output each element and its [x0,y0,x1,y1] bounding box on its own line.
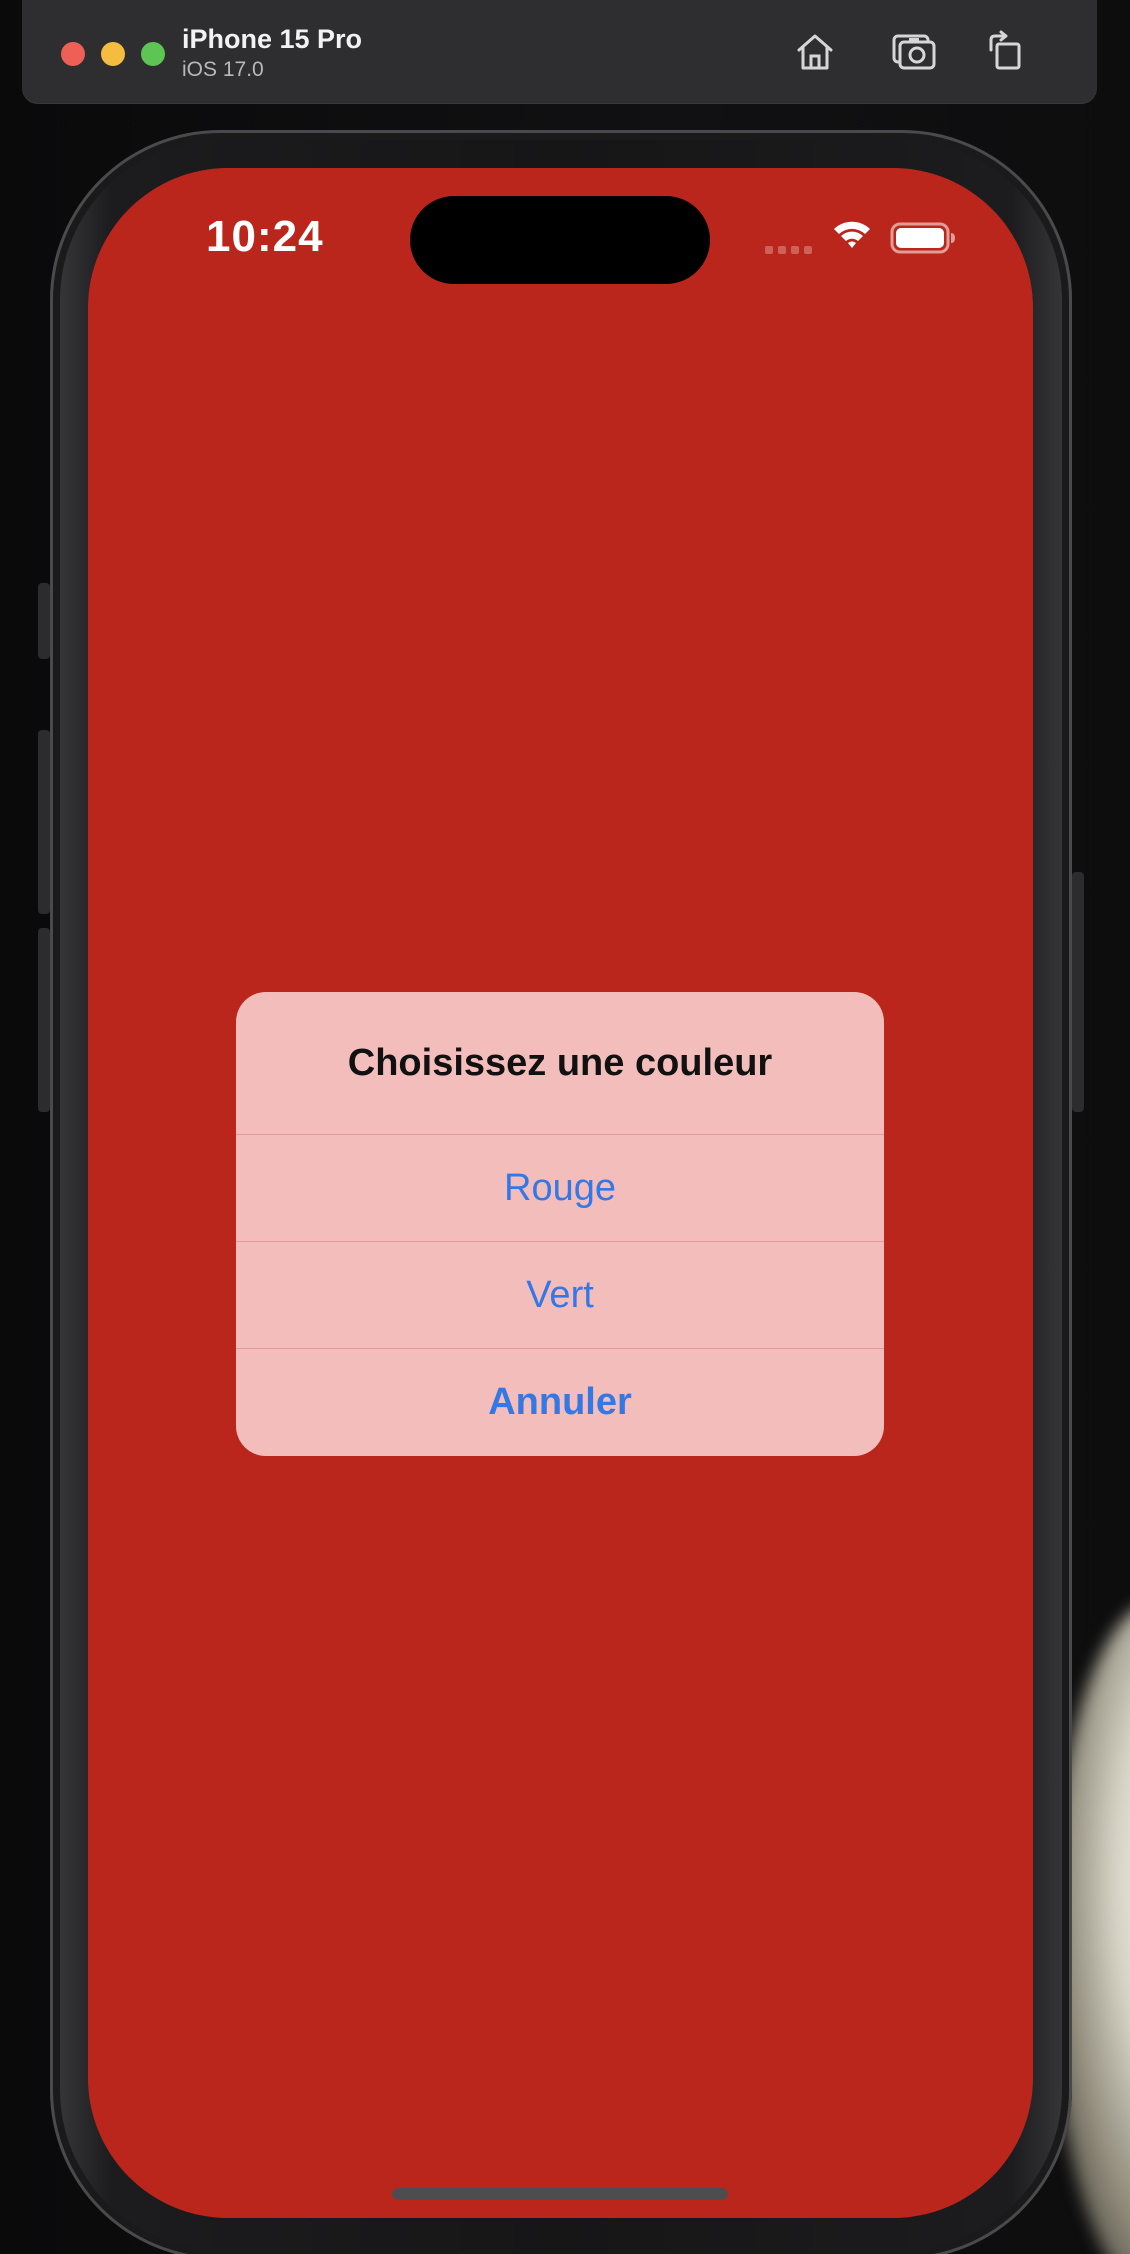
home-indicator[interactable] [392,2188,728,2200]
wifi-icon [834,221,870,248]
zoom-window-button[interactable] [141,42,165,66]
phone-screen: 10:24 Choisissez une couleur Rouge Vert … [88,168,1033,2218]
volume-down-button[interactable] [38,928,50,1112]
status-time: 10:24 [206,212,324,261]
minimize-window-button[interactable] [101,42,125,66]
dynamic-island [410,196,710,284]
color-choice-alert: Choisissez une couleur Rouge Vert Annule… [236,992,884,1456]
annuler-button[interactable]: Annuler [236,1349,884,1455]
home-button[interactable] [791,28,839,76]
home-icon [797,34,833,70]
power-button[interactable] [1072,872,1084,1112]
close-window-button[interactable] [61,42,85,66]
alert-title: Choisissez une couleur [347,1041,773,1084]
screenshot-button[interactable] [890,28,938,76]
simulator-window: iPhone 15 Pro iOS 17.0 10:24 Choisissez … [0,0,1130,2254]
camera-icon [892,34,936,70]
rouge-button[interactable]: Rouge [236,1135,884,1241]
action-button[interactable] [38,583,50,659]
vert-button[interactable]: Vert [236,1242,884,1348]
rotate-icon [989,30,1021,70]
device-name: iPhone 15 Pro [182,24,363,54]
os-version: iOS 17.0 [182,58,264,81]
cellular-signal-icon [765,246,812,254]
volume-up-button[interactable] [38,730,50,914]
battery-icon [890,222,955,254]
rotate-button[interactable] [981,28,1029,76]
